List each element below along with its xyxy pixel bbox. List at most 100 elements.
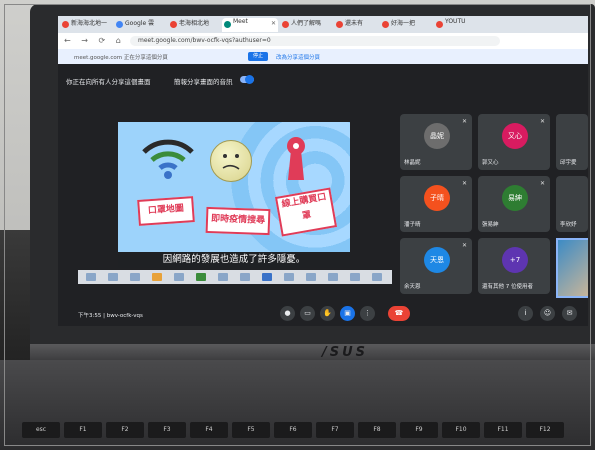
slide-sign: 口罩地圖 xyxy=(137,196,195,226)
audio-toggle[interactable] xyxy=(240,75,254,84)
participant-tile[interactable]: 易紳 ✕ 張易紳 xyxy=(478,176,550,232)
mic-off-icon: ✕ xyxy=(461,118,467,125)
tab-favicon-icon xyxy=(336,21,343,28)
meet-favicon-icon xyxy=(224,21,231,28)
share-info-bar: meet.google.com 正在分享這個分頁 停止 改為分享這個分頁 xyxy=(58,49,588,64)
tab-label: Meet xyxy=(233,18,248,25)
tab-favicon-icon xyxy=(282,21,289,28)
toolbar-icon[interactable] xyxy=(218,273,228,281)
participant-tile[interactable]: 子晴 ✕ 潘子晴 xyxy=(400,176,472,232)
participant-name: 林晶妮 xyxy=(404,160,421,166)
keyboard-key: F7 xyxy=(316,422,354,438)
info-icon[interactable]: i xyxy=(518,306,533,321)
toolbar-icon[interactable] xyxy=(306,273,316,281)
avatar: 又心 xyxy=(502,123,528,149)
share-this-tab-button[interactable]: 改為分享這個分頁 xyxy=(276,53,320,61)
participant-name: 還有其他 7 位使用者 xyxy=(482,284,533,290)
tab-favicon-icon xyxy=(62,21,69,28)
browser-tab-active[interactable]: Meet ✕ xyxy=(222,18,278,32)
tab-label: 人們了解嗎 xyxy=(291,20,322,27)
keyboard-key: F5 xyxy=(232,422,270,438)
toolbar-icon[interactable] xyxy=(108,273,118,281)
more-options-button[interactable]: ⋮ xyxy=(360,306,375,321)
camera-button[interactable]: ▭ xyxy=(300,306,315,321)
browser-tab[interactable]: 人們了解嗎 xyxy=(280,18,332,32)
tab-label: 還未有 xyxy=(345,20,364,27)
keyboard-key: F2 xyxy=(106,422,144,438)
participant-name: 潘子晴 xyxy=(404,222,421,228)
tab-label: 新海海北地一 xyxy=(71,20,108,27)
stop-sharing-button[interactable]: 停止 xyxy=(248,52,268,61)
keyboard-key: F11 xyxy=(484,422,522,438)
toolbar-icon[interactable] xyxy=(240,273,250,281)
browser-tab[interactable]: YOUTU xyxy=(434,18,484,32)
browser-tab[interactable]: Google 雲 xyxy=(114,18,166,32)
smiley-face-icon xyxy=(210,140,252,182)
browser-tab[interactable]: 好海一把 xyxy=(380,18,432,32)
participant-name: 郭又心 xyxy=(482,160,499,166)
toolbar-icon[interactable] xyxy=(284,273,294,281)
participant-tile[interactable]: 李欣妤 xyxy=(556,176,588,232)
laptop-screen: 新海海北地一 Google 雲 老海相北地 Meet ✕ 人們了解嗎 還未有 好… xyxy=(58,16,588,326)
participant-name: 張易紳 xyxy=(482,222,499,228)
avatar: 晶妮 xyxy=(424,123,450,149)
tab-favicon-icon xyxy=(170,21,177,28)
tab-label: Google 雲 xyxy=(125,20,155,27)
browser-tab-bar: 新海海北地一 Google 雲 老海相北地 Meet ✕ 人們了解嗎 還未有 好… xyxy=(58,16,588,33)
keyboard-key: F8 xyxy=(358,422,396,438)
mic-off-icon: ✕ xyxy=(461,242,467,249)
toolbar-icon[interactable] xyxy=(372,273,382,281)
keyboard-key: F12 xyxy=(526,422,564,438)
share-info-text: meet.google.com 正在分享這個分頁 xyxy=(74,55,168,61)
keyboard-key: F1 xyxy=(64,422,102,438)
close-icon[interactable]: ✕ xyxy=(271,20,276,27)
presentation-toolbar xyxy=(78,270,392,284)
people-icon[interactable]: ☺ xyxy=(540,306,555,321)
slide-sign: 即時疫情搜尋 xyxy=(205,206,271,236)
toolbar-icon[interactable] xyxy=(328,273,338,281)
toolbar-icon[interactable] xyxy=(262,273,272,281)
toolbar-icon[interactable] xyxy=(130,273,140,281)
toolbar-icon[interactable] xyxy=(350,273,360,281)
toolbar-icon[interactable] xyxy=(86,273,96,281)
nav-buttons-icon[interactable]: ← → ⟳ ⌂ xyxy=(64,36,125,45)
tab-favicon-icon xyxy=(382,21,389,28)
toolbar-icon[interactable] xyxy=(196,273,206,281)
browser-tab[interactable]: 新海海北地一 xyxy=(60,18,112,32)
participant-tile[interactable]: 晶妮 ✕ 林晶妮 xyxy=(400,114,472,170)
participant-tile[interactable]: 邱宇愛 xyxy=(556,114,588,170)
mic-off-icon: ✕ xyxy=(539,118,545,125)
toolbar-icon[interactable] xyxy=(174,273,184,281)
tab-label: 老海相北地 xyxy=(179,20,210,27)
leave-call-button[interactable]: ☎ xyxy=(388,306,410,321)
more-participants-tile[interactable]: +7 還有其他 7 位使用者 xyxy=(478,238,550,294)
meeting-code: 下午3:55 | bwv-ocfk-vqs xyxy=(78,313,143,319)
tab-favicon-icon xyxy=(436,21,443,28)
toolbar-icon[interactable] xyxy=(152,273,162,281)
keyboard-key: F10 xyxy=(442,422,480,438)
avatar: 子晴 xyxy=(424,185,450,211)
participant-name: 邱宇愛 xyxy=(560,160,577,166)
participant-name: 李欣妤 xyxy=(560,222,577,228)
present-button[interactable]: ▣ xyxy=(340,306,355,321)
mic-button[interactable]: ● xyxy=(280,306,295,321)
mic-off-icon: ✕ xyxy=(461,180,467,187)
browser-tab[interactable]: 還未有 xyxy=(334,18,378,32)
raise-hand-button[interactable]: ✋ xyxy=(320,306,335,321)
meet-controls-bar: 下午3:55 | bwv-ocfk-vqs ● ▭ ✋ ▣ ⋮ ☎ i ☺ ✉ xyxy=(58,302,588,326)
keyboard-key: F9 xyxy=(400,422,438,438)
participant-tile[interactable]: 天恩 ✕ 余天恩 xyxy=(400,238,472,294)
audio-toggle-label: 簡報分享畫面的音訊 xyxy=(174,78,233,86)
browser-tab[interactable]: 老海相北地 xyxy=(168,18,220,32)
self-camera-tile[interactable] xyxy=(556,238,588,298)
avatar: 天恩 xyxy=(424,247,450,273)
keyboard-key: F4 xyxy=(190,422,228,438)
address-bar[interactable]: meet.google.com/bwv-ocfk-vqs?authuser=0 xyxy=(130,36,500,46)
slide-sign: 線上購買口罩 xyxy=(274,187,338,237)
keyboard-key: F3 xyxy=(148,422,186,438)
presenting-note: 你正在向所有人分享這個畫面 xyxy=(66,78,151,86)
chat-icon[interactable]: ✉ xyxy=(562,306,577,321)
tab-favicon-icon xyxy=(116,21,123,28)
keyboard-key: F6 xyxy=(274,422,312,438)
participant-tile[interactable]: 又心 ✕ 郭又心 xyxy=(478,114,550,170)
